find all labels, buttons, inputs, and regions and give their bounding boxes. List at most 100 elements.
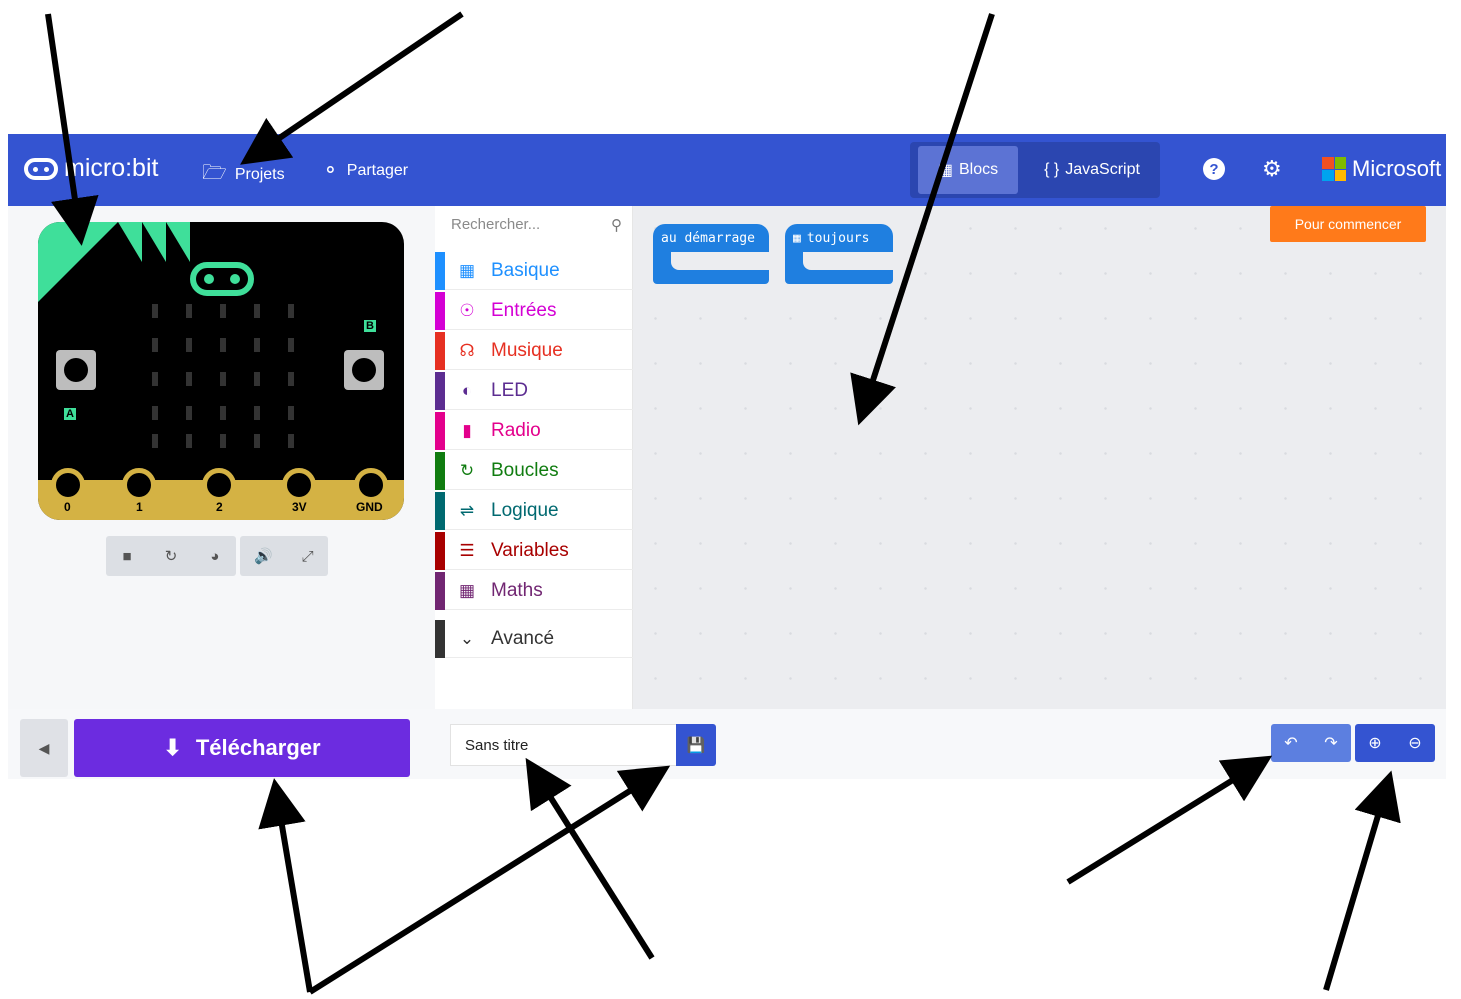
led (152, 406, 158, 420)
pin-3v[interactable] (282, 468, 316, 502)
getting-started-button[interactable]: Pour commencer (1270, 206, 1426, 242)
on-start-block[interactable]: au démarrage (653, 224, 769, 284)
category-color-bar (435, 371, 445, 410)
microbit-face-logo[interactable] (190, 262, 254, 296)
board-corner-decoration (118, 222, 142, 262)
chevron-down-icon: ⌄ (459, 628, 475, 648)
project-name-input[interactable]: Sans titre (450, 724, 676, 766)
javascript-label: JavaScript (1065, 161, 1140, 178)
button-b[interactable] (344, 350, 384, 390)
led (254, 372, 260, 386)
category-entrees[interactable]: ☉ Entrées (435, 291, 633, 330)
collapse-simulator-button[interactable]: ◀ (20, 719, 68, 777)
pin-2[interactable] (202, 468, 236, 502)
led (288, 372, 294, 386)
led (220, 434, 226, 448)
led (220, 304, 226, 318)
pin-label: 1 (136, 500, 143, 514)
category-advanced[interactable]: ⌄ Avancé (435, 619, 633, 658)
led (186, 338, 192, 352)
forever-block[interactable]: ▦ toujours (785, 224, 893, 284)
board-corner-decoration (38, 222, 118, 302)
category-radio[interactable]: ▮ Radio (435, 411, 633, 450)
block-label: toujours (806, 230, 870, 246)
board-corner-decoration (142, 222, 166, 262)
led (152, 372, 158, 386)
search-icon[interactable]: ⚲ (611, 216, 622, 234)
category-logique[interactable]: ⇌ Logique (435, 491, 633, 530)
button-a[interactable] (56, 350, 96, 390)
category-color-bar (435, 291, 445, 330)
braces-icon: { } (1044, 161, 1060, 178)
blocks-tab[interactable]: ▦ Blocs (918, 146, 1018, 194)
grid-icon: ▦ (458, 260, 476, 280)
projects-button[interactable]: 🗁 Projets (202, 158, 285, 192)
help-icon[interactable]: ? (1203, 158, 1225, 180)
microbit-simulator[interactable]: A B 0 1 2 3V GND (38, 222, 404, 520)
microbit-logo[interactable]: micro:bit (24, 154, 158, 183)
led (254, 406, 260, 420)
microsoft-logo[interactable]: Microsoft (1322, 156, 1441, 182)
category-maths[interactable]: ▦ Maths (435, 571, 633, 610)
zoom-out-icon[interactable]: ⊖ (1408, 733, 1421, 753)
pin-gnd[interactable] (354, 468, 388, 502)
download-button[interactable]: ⬇ Télécharger (74, 719, 410, 777)
category-color-bar (435, 411, 445, 450)
led (288, 406, 294, 420)
annotation-arrow (525, 757, 655, 960)
share-button[interactable]: ⚬ Partager (322, 158, 408, 183)
microsoft-icon (1322, 157, 1346, 181)
restart-icon[interactable]: ↻ (165, 547, 178, 565)
category-musique[interactable]: ☊ Musique (435, 331, 633, 370)
category-label: Logique (491, 499, 559, 521)
calculator-icon: ▦ (458, 580, 476, 600)
pin-label: 3V (292, 500, 307, 514)
save-button[interactable]: 💾 (676, 724, 716, 766)
led (288, 304, 294, 318)
mute-icon[interactable]: 🔊 (254, 547, 273, 565)
category-label: LED (491, 379, 528, 401)
folder-icon: 🗁 (202, 162, 227, 184)
category-label: Boucles (491, 459, 559, 481)
category-label: Variables (491, 539, 569, 561)
gear-icon[interactable]: ⚙ (1262, 156, 1282, 182)
led (186, 406, 192, 420)
category-label: Maths (491, 579, 543, 601)
pin-label: 2 (216, 500, 223, 514)
redo-icon[interactable]: ↷ (1324, 733, 1337, 753)
slowmo-icon[interactable]: ◕ (210, 548, 219, 565)
zoom-group: ⊕ ⊖ (1355, 724, 1435, 762)
undo-icon[interactable]: ↶ (1284, 733, 1297, 753)
category-label: Entrées (491, 299, 557, 321)
fullscreen-icon[interactable]: ⤢ (302, 548, 314, 565)
download-icon: ⬇ (163, 735, 182, 760)
share-label: Partager (346, 161, 409, 179)
led (186, 304, 192, 318)
search-input[interactable]: Rechercher... (451, 216, 627, 238)
annotation-arrow (1066, 755, 1273, 885)
category-color-bar (435, 331, 445, 370)
category-color-bar (435, 451, 445, 490)
javascript-tab[interactable]: { } JavaScript (1032, 146, 1152, 194)
category-color-bar (435, 619, 445, 658)
zoom-in-icon[interactable]: ⊕ (1368, 733, 1381, 753)
stop-icon[interactable]: ■ (123, 548, 132, 565)
category-basique[interactable]: ▦ Basique (435, 251, 633, 290)
pin-0[interactable] (51, 468, 85, 502)
category-boucles[interactable]: ↻ Boucles (435, 451, 633, 490)
led (220, 406, 226, 420)
puzzle-icon: ▦ (937, 162, 953, 179)
pin-1[interactable] (122, 468, 156, 502)
undo-redo-group: ↶ ↷ (1271, 724, 1351, 762)
top-menu-bar: micro:bit 🗁 Projets ⚬ Partager ▦ Blocs {… (8, 134, 1446, 206)
annotation-arrow (258, 778, 313, 993)
category-label: Musique (491, 339, 563, 361)
category-led[interactable]: ◐ LED (435, 371, 633, 410)
category-variables[interactable]: ☰ Variables (435, 531, 633, 570)
blocks-workspace[interactable]: au démarrage ▦ toujours (633, 206, 1446, 709)
annotation-arrow (1323, 770, 1401, 991)
download-label: Télécharger (195, 735, 321, 760)
shuffle-icon: ⇌ (459, 500, 475, 520)
loop-icon: ↻ (459, 460, 475, 480)
microbit-icon (24, 157, 58, 180)
